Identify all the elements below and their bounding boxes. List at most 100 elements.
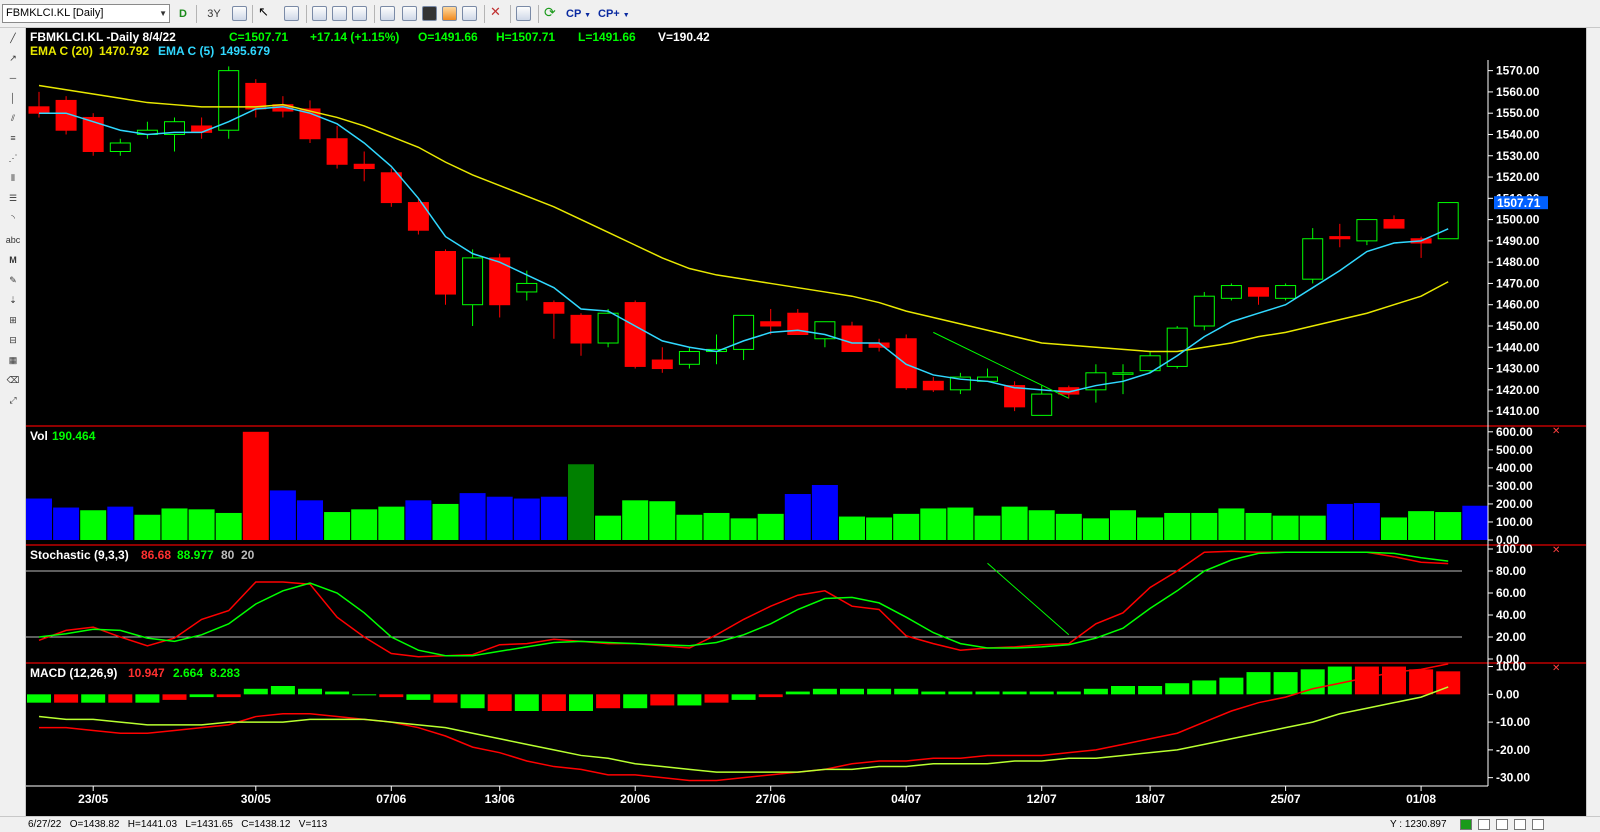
- low-readout: L=1491.66: [578, 30, 636, 44]
- label-tool-icon[interactable]: ⊞: [5, 314, 21, 327]
- candle-body: [1356, 219, 1378, 242]
- period-daily-button[interactable]: D: [174, 5, 192, 23]
- cp-button[interactable]: CP ▼: [566, 5, 591, 23]
- volume-bar: [26, 498, 52, 540]
- eraser-tool-icon[interactable]: ⌫: [5, 374, 21, 387]
- channel-tool-icon[interactable]: ⫽: [5, 112, 21, 125]
- y-tick-label: 1450.00: [1496, 319, 1540, 333]
- stochastic-lower-level: 20: [241, 548, 255, 562]
- candle-body: [28, 106, 50, 114]
- close-stochastic-pane-icon[interactable]: ✕: [1552, 545, 1560, 556]
- stochastic-k-line: [38, 550, 1449, 658]
- range-3y-button[interactable]: 3Y: [202, 5, 226, 23]
- stochastic-d-value: 88.977: [177, 548, 214, 562]
- print-icon[interactable]: [516, 6, 531, 21]
- macd-histogram-bar: [1273, 672, 1298, 695]
- measure-tool-icon[interactable]: ⊟: [5, 334, 21, 347]
- macd-histogram-bar: [623, 694, 648, 709]
- macd-histogram-bar: [948, 691, 973, 695]
- volume-bar: [161, 508, 188, 540]
- settings-icon[interactable]: [1532, 819, 1544, 830]
- symbol-selector-value: FBMKLCI.KL [Daily]: [6, 7, 104, 19]
- toolbar-divider: [510, 5, 511, 23]
- fibonacci-tool-icon[interactable]: ≡: [5, 132, 21, 145]
- indicator-icon[interactable]: [332, 6, 347, 21]
- vertical-line-icon[interactable]: │: [5, 92, 21, 105]
- y-tick-label: 1430.00: [1496, 362, 1540, 376]
- news-icon[interactable]: [442, 6, 457, 21]
- candle-body: [1275, 285, 1297, 299]
- toolbar-divider: [374, 5, 375, 23]
- chart-canvas[interactable]: 1410.00 1420.00 1430.00 1440.00 1450.00 1460.…: [26, 28, 1586, 816]
- macd-histogram-bar: [460, 694, 485, 709]
- candle-body: [922, 380, 944, 391]
- candle-body: [678, 351, 700, 365]
- volume-bar: [1110, 510, 1136, 540]
- macd-histogram-bar: [406, 694, 431, 700]
- crosshair-icon[interactable]: [1514, 819, 1526, 830]
- volume-bar: [1191, 512, 1218, 540]
- macd-histogram-bar: [541, 694, 566, 711]
- arrow-tool-icon[interactable]: ⇣: [5, 294, 21, 307]
- macd-line-value: 10.947: [128, 666, 165, 680]
- macd-histogram-bar: [162, 694, 187, 700]
- cycle-lines-icon[interactable]: ⦀: [5, 172, 21, 185]
- cp-plus-button[interactable]: CP+ ▼: [598, 5, 630, 23]
- data-window-icon[interactable]: [422, 6, 437, 21]
- sync-icon[interactable]: [1496, 819, 1508, 830]
- candle-body: [651, 359, 673, 370]
- trendline-tool-icon[interactable]: ╱: [5, 32, 21, 45]
- volume-bar: [486, 496, 513, 540]
- ray-tool-icon[interactable]: ↗: [5, 52, 21, 65]
- cp-plus-label: CP+: [598, 8, 620, 20]
- volume-readout: V=190.42: [658, 30, 710, 44]
- right-edge-bar: [1586, 28, 1600, 816]
- volume-bar: [757, 513, 784, 540]
- window-icon[interactable]: [284, 6, 299, 21]
- close-volume-pane-icon[interactable]: ✕: [1552, 426, 1560, 437]
- macd-histogram-bar: [975, 691, 1000, 695]
- macd-histogram-bar: [704, 694, 729, 703]
- m-tool[interactable]: M: [5, 254, 21, 267]
- change-readout: +17.14 (+1.15%): [310, 30, 399, 44]
- symbol-selector[interactable]: FBMKLCI.KL [Daily] ▼: [2, 4, 170, 23]
- arc-tool-icon[interactable]: ◝: [5, 212, 21, 225]
- volume-bar: [784, 494, 811, 540]
- macd-histogram-bar: [1111, 686, 1135, 695]
- chart-title: FBMKLCI.KL -Daily 8/4/22: [30, 30, 176, 44]
- cursor-icon[interactable]: ↖: [258, 6, 273, 21]
- candle-body: [1112, 372, 1134, 375]
- candlestick-icon[interactable]: [232, 6, 247, 21]
- status-ohlc-readout: 6/27/22 O=1438.82 H=1441.03 L=1431.65 C=…: [28, 819, 328, 830]
- speed-lines-icon[interactable]: ☰: [5, 192, 21, 205]
- pen-tool-icon[interactable]: ✎: [5, 274, 21, 287]
- macd-pane-label: MACD (12,26,9): [30, 666, 117, 680]
- zoom-tool-icon[interactable]: ⤢: [5, 394, 21, 407]
- y-tick-label: 400.00: [1496, 461, 1533, 475]
- volume-bar: [893, 513, 920, 540]
- horizontal-line-icon[interactable]: ─: [5, 72, 21, 85]
- tools-icon[interactable]: [402, 6, 417, 21]
- refresh-icon[interactable]: ⟳: [544, 6, 559, 21]
- chart-window-icon[interactable]: [312, 6, 327, 21]
- toolbar-divider: [484, 5, 485, 23]
- macd-histogram-bar: [1165, 683, 1190, 695]
- chevron-down-icon[interactable]: ▼: [159, 5, 167, 22]
- volume-bar: [53, 507, 80, 540]
- scanner-icon[interactable]: [462, 6, 477, 21]
- template-icon[interactable]: [352, 6, 367, 21]
- y-tick-label: 1470.00: [1496, 276, 1540, 290]
- close-macd-pane-icon[interactable]: ✕: [1552, 663, 1560, 674]
- drawing-tools-panel: ╱ ↗ ─ │ ⫽ ≡ ⋰ ⦀ ☰ ◝ abc M ✎ ⇣ ⊞ ⊟ ▦ ⌫ ⤢: [0, 28, 26, 816]
- gann-fan-icon[interactable]: ⋰: [5, 152, 21, 165]
- x-tick-label: 04/07: [891, 792, 921, 806]
- draw-tool-icon[interactable]: [380, 6, 395, 21]
- volume-bar: [974, 515, 1001, 540]
- layout-icon[interactable]: [1478, 819, 1490, 830]
- connection-icon[interactable]: [1460, 819, 1472, 830]
- macd-histogram-bar: [569, 694, 593, 711]
- delete-icon[interactable]: ✕: [490, 6, 505, 21]
- text-tool[interactable]: abc: [5, 234, 21, 247]
- close-readout: C=1507.71: [229, 30, 288, 44]
- grid-tool-icon[interactable]: ▦: [5, 354, 21, 367]
